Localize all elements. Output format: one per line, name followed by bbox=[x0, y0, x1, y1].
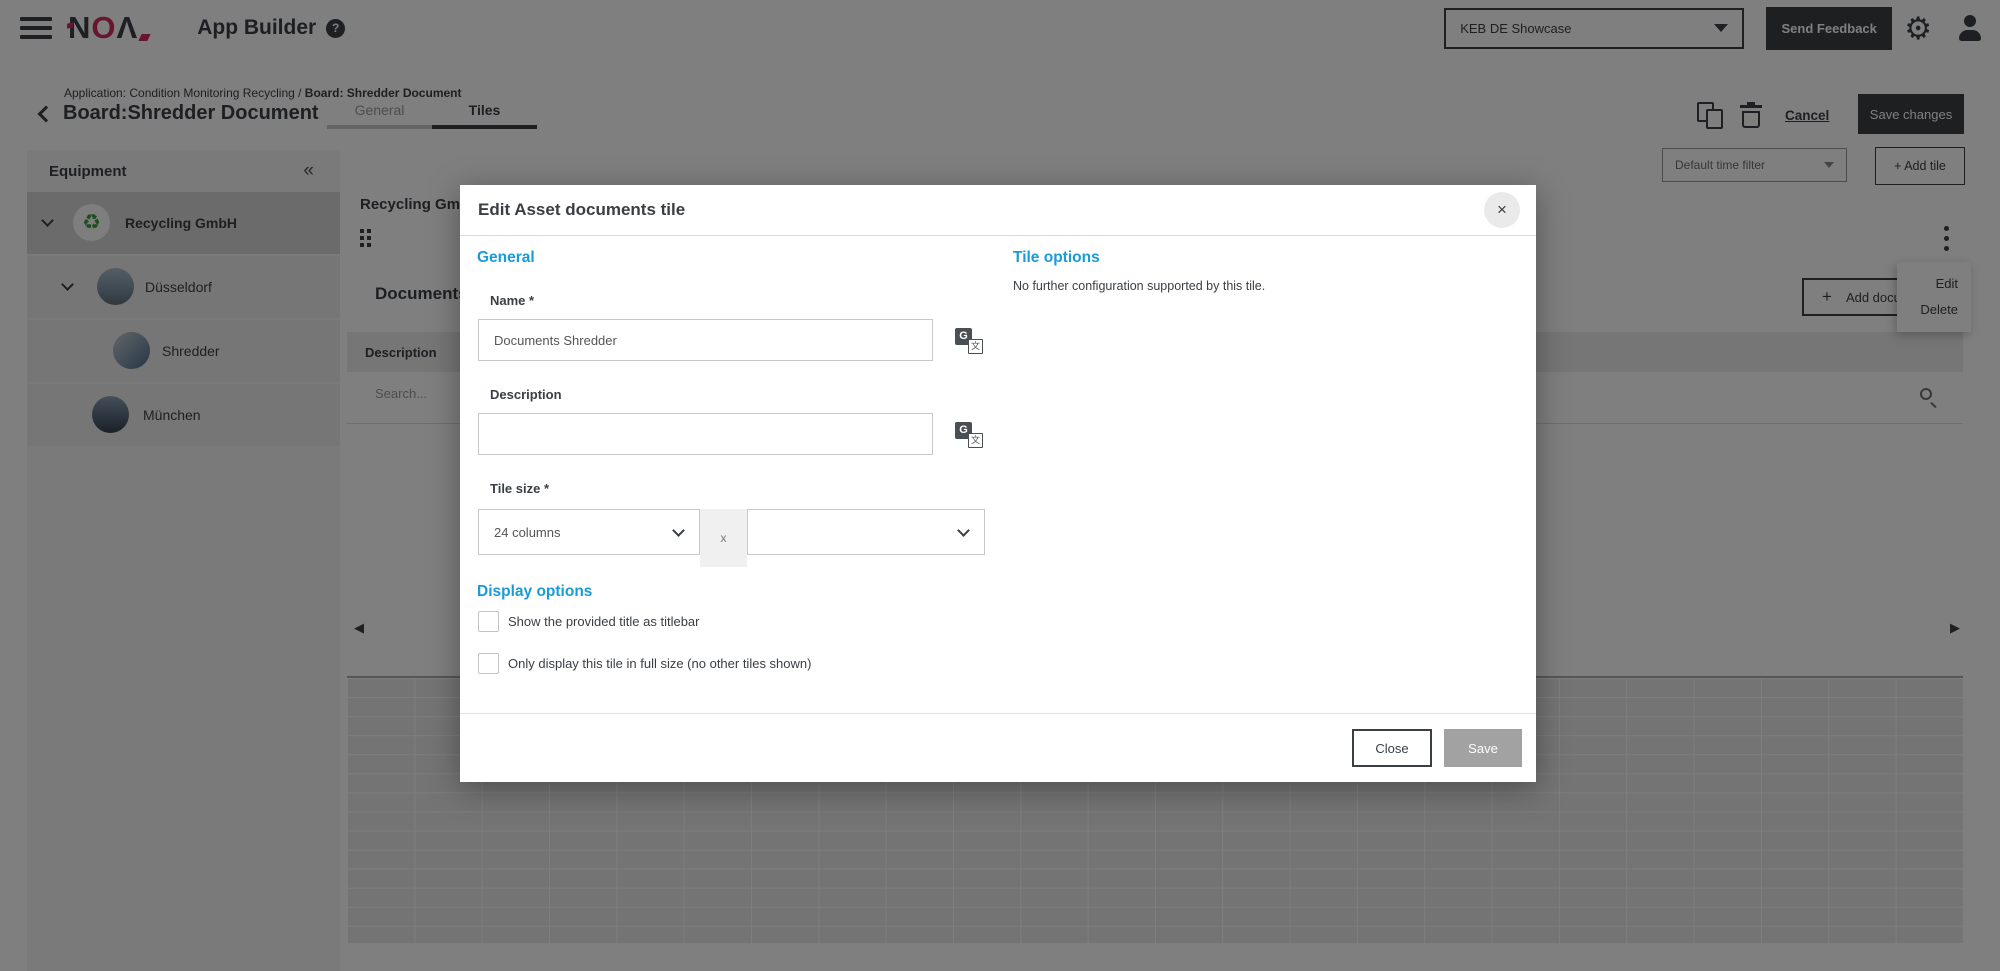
tile-options-text: No further configuration supported by th… bbox=[1013, 279, 1265, 293]
full-size-checkbox[interactable] bbox=[478, 653, 499, 674]
chevron-down-icon bbox=[672, 524, 685, 537]
modal-header: Edit Asset documents tile × bbox=[460, 185, 1536, 236]
tile-width-select[interactable]: 24 columns bbox=[478, 509, 700, 555]
description-field[interactable] bbox=[478, 413, 933, 455]
close-button[interactable]: Close bbox=[1352, 729, 1432, 767]
translate-icon[interactable]: G 文 bbox=[955, 422, 983, 448]
tile-height-select[interactable] bbox=[747, 509, 985, 555]
size-separator: x bbox=[700, 509, 747, 567]
show-title-label: Show the provided title as titlebar bbox=[508, 614, 700, 629]
description-label: Description bbox=[490, 387, 562, 402]
tile-options-heading: Tile options bbox=[1013, 249, 1100, 267]
edit-tile-modal: Edit Asset documents tile × General Name… bbox=[460, 185, 1536, 782]
show-title-checkbox[interactable] bbox=[478, 611, 499, 632]
modal-title: Edit Asset documents tile bbox=[478, 200, 685, 220]
name-field[interactable] bbox=[478, 319, 933, 361]
tile-size-label: Tile size * bbox=[490, 481, 549, 496]
name-label: Name * bbox=[490, 293, 534, 308]
display-options-heading: Display options bbox=[477, 583, 592, 601]
chevron-down-icon bbox=[957, 524, 970, 537]
translate-icon[interactable]: G 文 bbox=[955, 328, 983, 354]
modal-footer: Close Save bbox=[460, 713, 1536, 782]
general-heading: General bbox=[477, 249, 535, 267]
save-button[interactable]: Save bbox=[1444, 729, 1522, 767]
full-size-label: Only display this tile in full size (no … bbox=[508, 656, 811, 671]
screen: NOΛ App Builder ? KEB DE Showcase Send F… bbox=[0, 0, 2000, 971]
close-icon[interactable]: × bbox=[1484, 192, 1520, 228]
